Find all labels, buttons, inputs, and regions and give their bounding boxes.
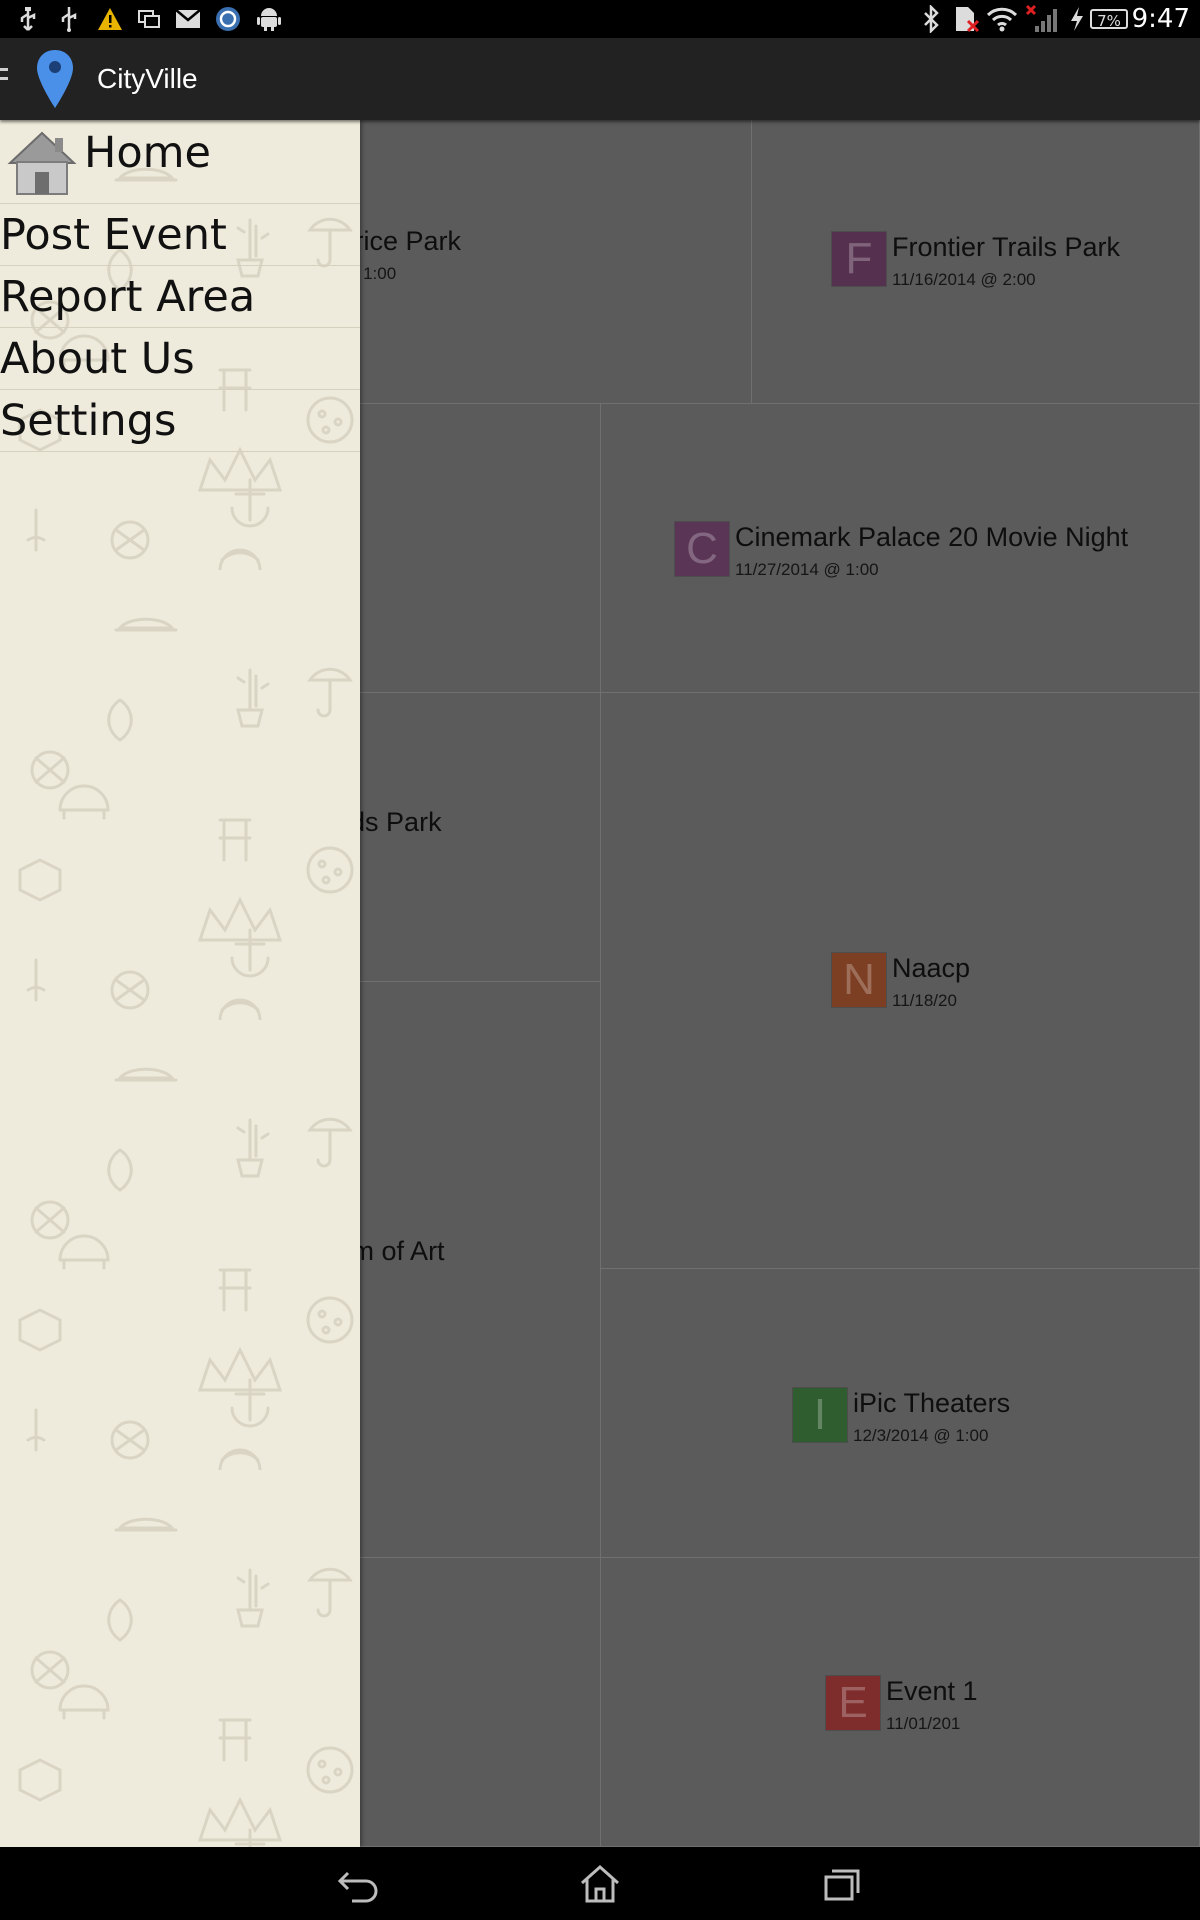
no-sim-icon bbox=[952, 6, 980, 33]
event-date: 12/3/2014 @ 1:00 bbox=[853, 1426, 989, 1445]
screen-cast-icon bbox=[136, 6, 162, 32]
home-icon bbox=[7, 130, 77, 207]
bluetooth-icon bbox=[920, 5, 942, 33]
battery-indicator: 7% bbox=[1090, 9, 1128, 30]
drawer-item-post-event[interactable]: Post Event bbox=[0, 204, 360, 266]
navigation-drawer: Home Post Event Report Area About Us Set… bbox=[0, 120, 360, 1847]
event-tile[interactable]: N Naacp 11/18/20 bbox=[601, 693, 1200, 1269]
gmail-icon bbox=[174, 6, 202, 32]
event-title: Cinemark Palace 20 Movie Night bbox=[735, 522, 1129, 552]
event-date: 11/27/2014 @ 1:00 bbox=[735, 560, 879, 579]
wifi-icon bbox=[985, 6, 1019, 32]
android-icon bbox=[256, 6, 282, 32]
event-date: 11/18/20 bbox=[892, 991, 957, 1010]
drawer-item-label: Home bbox=[84, 128, 211, 178]
event-title: iPic Theaters bbox=[853, 1388, 1011, 1418]
drawer-item-home[interactable]: Home bbox=[0, 120, 360, 204]
drawer-item-label: About Us bbox=[0, 334, 195, 384]
warning-icon bbox=[96, 6, 124, 32]
event-letter-badge: E bbox=[826, 1676, 880, 1730]
event-tile[interactable]: E Event 1 11/01/201 bbox=[601, 1558, 1200, 1847]
drawer-item-about-us[interactable]: About Us bbox=[0, 328, 360, 390]
event-date: 11/16/2014 @ 2:00 bbox=[892, 270, 1036, 289]
action-bar: CityVille bbox=[0, 38, 1200, 120]
event-letter-badge: F bbox=[832, 232, 886, 286]
event-tile[interactable]: F Frontier Trails Park 11/16/2014 @ 2:00 bbox=[752, 120, 1200, 404]
event-tile[interactable]: C Cinemark Palace 20 Movie Night 11/27/2… bbox=[601, 404, 1200, 693]
app-title: CityVille bbox=[97, 63, 198, 94]
event-tile[interactable]: I iPic Theaters 12/3/2014 @ 1:00 bbox=[601, 1269, 1200, 1558]
event-letter-badge: N bbox=[832, 953, 886, 1007]
drawer-item-label: Report Area bbox=[0, 272, 256, 322]
recents-icon[interactable] bbox=[818, 1861, 866, 1905]
charging-icon bbox=[1068, 6, 1086, 32]
event-letter-badge: I bbox=[793, 1388, 847, 1442]
drawer-toggle-icon[interactable] bbox=[0, 68, 8, 92]
app-notification-icon bbox=[214, 6, 242, 32]
system-navigation-bar bbox=[0, 1847, 1200, 1920]
event-letter-badge: C bbox=[675, 522, 729, 576]
usb-icon bbox=[16, 6, 40, 32]
signal-icon bbox=[1024, 4, 1062, 32]
back-icon[interactable] bbox=[334, 1861, 382, 1905]
drawer-item-label: Settings bbox=[0, 396, 177, 446]
event-title: Event 1 bbox=[886, 1676, 978, 1706]
usb-debug-icon bbox=[56, 6, 82, 32]
event-title: Frontier Trails Park bbox=[892, 232, 1121, 262]
home-icon[interactable] bbox=[576, 1861, 624, 1905]
clock: 9:47 bbox=[1131, 4, 1190, 34]
event-title: Naacp bbox=[892, 953, 971, 983]
drawer-item-label: Post Event bbox=[0, 210, 227, 260]
drawer-item-report-area[interactable]: Report Area bbox=[0, 266, 360, 328]
map-pin-icon[interactable] bbox=[34, 48, 76, 115]
status-bar: 7% 9:47 bbox=[0, 0, 1200, 38]
event-date: 11/01/201 bbox=[886, 1714, 961, 1733]
drawer-item-settings[interactable]: Settings bbox=[0, 390, 360, 452]
